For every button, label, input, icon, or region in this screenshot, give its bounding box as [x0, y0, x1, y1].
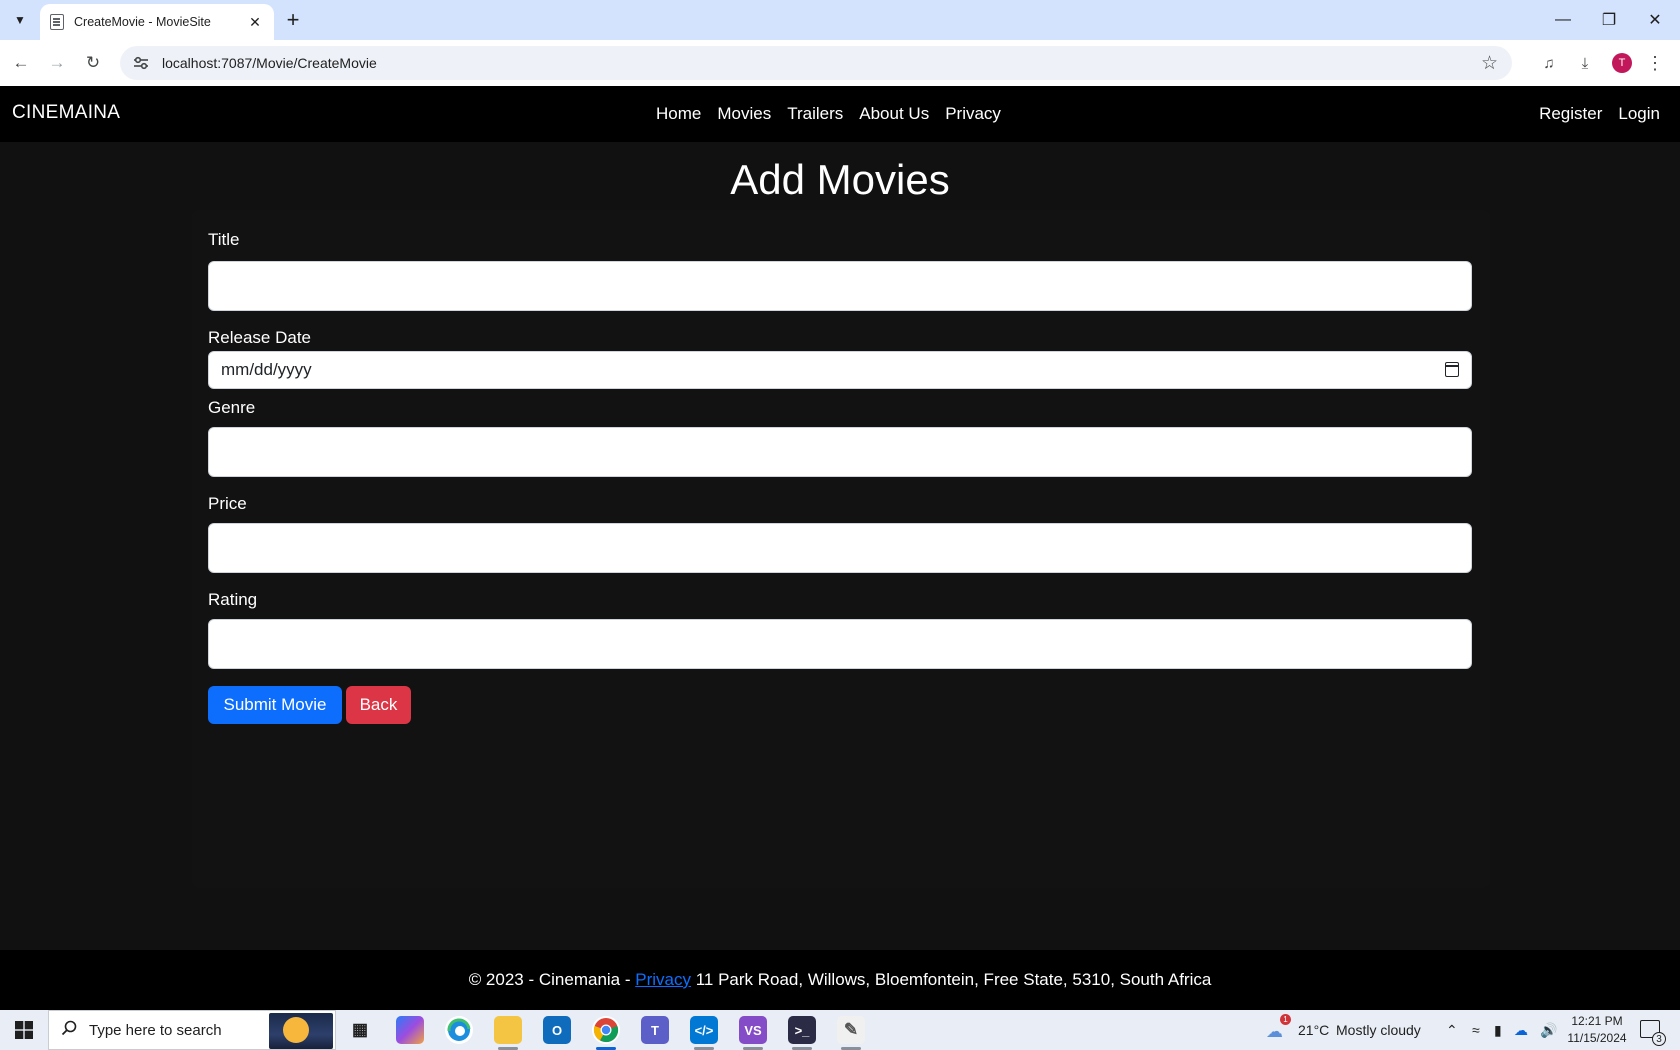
taskbar-clock[interactable]: 12:21 PM 11/15/2024 [1564, 1013, 1630, 1047]
clock-time: 12:21 PM [1571, 1014, 1623, 1028]
battery-icon[interactable]: ▮ [1494, 1022, 1502, 1039]
bookmark-star-icon[interactable]: ☆ [1481, 52, 1498, 75]
copilot-icon[interactable] [396, 1016, 424, 1044]
nav-link-about-us[interactable]: About Us [859, 104, 929, 124]
edge-browser-icon[interactable] [445, 1016, 473, 1044]
close-window-icon[interactable]: ✕ [1632, 6, 1678, 34]
search-placeholder: Type here to search [89, 1021, 222, 1039]
windows-start-icon[interactable] [0, 1010, 48, 1050]
profile-avatar[interactable]: T [1612, 53, 1632, 73]
site-settings-icon[interactable] [132, 54, 150, 72]
browser-toolbar: ← → ↻ localhost:7087/Movie/CreateMovie ☆… [0, 40, 1680, 86]
title-input[interactable] [208, 261, 1472, 311]
task-view-icon[interactable]: ▦ [346, 1016, 374, 1044]
footer-privacy-link[interactable]: Privacy [635, 970, 691, 989]
rating-input[interactable] [208, 619, 1472, 669]
tab-search-dropdown-icon[interactable]: ▼ [8, 8, 32, 32]
taskbar-search[interactable]: Type here to search [48, 1010, 336, 1050]
nav-link-login[interactable]: Login [1618, 104, 1660, 124]
volume-icon[interactable]: 🔊 [1540, 1022, 1557, 1039]
submit-movie-button[interactable]: Submit Movie [208, 686, 342, 724]
tab-title: CreateMovie - MovieSite [74, 15, 211, 29]
footer-address: 11 Park Road, Willows, Bloemfontein, Fre… [690, 970, 1212, 989]
browser-tab[interactable]: CreateMovie - MovieSite ✕ [40, 4, 274, 40]
release-date-input[interactable]: mm/dd/yyyy [208, 351, 1472, 389]
notification-count-badge: 3 [1652, 1032, 1666, 1046]
release-date-label: Release Date [208, 328, 312, 347]
file-explorer-icon[interactable] [494, 1016, 522, 1044]
new-tab-icon[interactable]: + [280, 8, 306, 34]
reload-icon[interactable]: ↻ [80, 50, 106, 76]
chrome-browser-icon[interactable] [592, 1016, 620, 1044]
onedrive-icon[interactable]: ☁ [1514, 1022, 1528, 1039]
nav-link-register[interactable]: Register [1539, 104, 1602, 124]
rating-label: Rating [208, 590, 258, 609]
weather-temperature[interactable]: 21°C [1298, 1022, 1329, 1038]
genre-input[interactable] [208, 427, 1472, 477]
site-brand[interactable]: CINEMAINA [12, 102, 120, 124]
back-arrow-icon[interactable]: ← [8, 50, 34, 76]
clock-date: 11/15/2024 [1567, 1031, 1627, 1045]
visual-studio-icon[interactable]: VS [739, 1016, 767, 1044]
close-tab-icon[interactable]: ✕ [246, 14, 264, 31]
weather-description[interactable]: Mostly cloudy [1336, 1022, 1421, 1038]
search-icon [61, 1020, 77, 1041]
footer-copyright: © 2023 - Cinemania - [468, 970, 636, 989]
nav-link-movies[interactable]: Movies [717, 104, 771, 124]
nav-link-trailers[interactable]: Trailers [787, 104, 843, 124]
downloads-icon[interactable]: ⤓ [1572, 50, 1598, 76]
teams-icon[interactable]: T [641, 1016, 669, 1044]
genre-label: Genre [208, 398, 256, 417]
weather-cloud-icon[interactable]: ☁ [1266, 1022, 1283, 1042]
address-bar[interactable]: localhost:7087/Movie/CreateMovie ☆ [120, 46, 1512, 80]
browser-menu-icon[interactable]: ⋮ [1642, 50, 1668, 76]
media-controls-icon[interactable]: ♫ [1536, 50, 1562, 76]
main-content: Add Movies Title Release Date mm/dd/yyyy… [0, 142, 1680, 950]
search-highlight-image[interactable] [269, 1013, 333, 1049]
forward-arrow-icon[interactable]: → [44, 50, 70, 76]
outlook-icon[interactable]: O [543, 1016, 571, 1044]
site-footer: © 2023 - Cinemania - Privacy 11 Park Roa… [0, 950, 1680, 1010]
weather-alert-badge: 1 [1280, 1014, 1291, 1025]
nav-link-home[interactable]: Home [656, 104, 701, 124]
main-nav-links: Home Movies Trailers About Us Privacy [656, 104, 1001, 124]
title-label: Title [208, 230, 240, 249]
release-date-placeholder: mm/dd/yyyy [221, 360, 312, 379]
windows-taskbar: Type here to search ▦ O T </> VS >_ ✎ ☁ … [0, 1010, 1680, 1050]
page-favicon-icon [50, 14, 64, 30]
restore-window-icon[interactable]: ❐ [1586, 6, 1632, 34]
page-title: Add Movies [730, 156, 950, 203]
show-hidden-icons-chevron-icon[interactable]: ⌃ [1446, 1022, 1458, 1039]
auth-nav-links: Register Login [1539, 104, 1660, 124]
minimize-window-icon[interactable]: — [1540, 6, 1586, 34]
terminal-icon[interactable]: >_ [788, 1016, 816, 1044]
paint-icon[interactable]: ✎ [837, 1016, 865, 1044]
browser-tabstrip: ▼ CreateMovie - MovieSite ✕ + — ❐ ✕ [0, 0, 1680, 40]
calendar-icon[interactable] [1445, 362, 1459, 377]
network-icon[interactable]: ≈ [1472, 1022, 1480, 1038]
nav-link-privacy[interactable]: Privacy [945, 104, 1001, 124]
url-text: localhost:7087/Movie/CreateMovie [162, 55, 377, 71]
price-label: Price [208, 494, 247, 513]
vscode-icon[interactable]: </> [690, 1016, 718, 1044]
back-button[interactable]: Back [346, 686, 411, 724]
site-navbar: CINEMAINA Home Movies Trailers About Us … [0, 86, 1680, 142]
price-input[interactable] [208, 523, 1472, 573]
